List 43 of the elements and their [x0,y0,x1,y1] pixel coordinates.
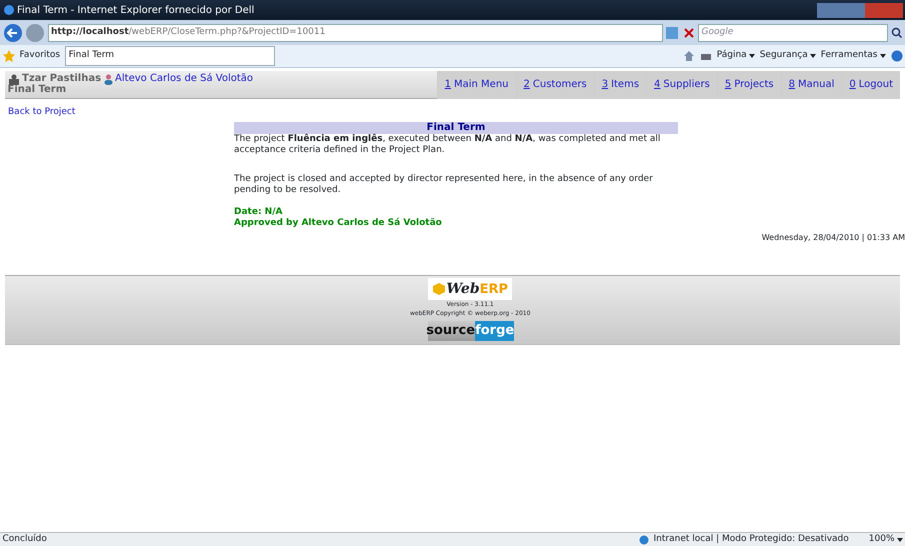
close-icon[interactable] [682,26,696,40]
paragraph: The project Fluência em inglês, executed between N/A and N/A, was completed and met all acceptance criteria defined in the Project Plan. [234,134,662,156]
caret-icon [810,54,816,58]
menu-link[interactable]: 2 Customers [516,70,594,98]
zoom-button[interactable]: 100% [868,532,902,546]
user-link[interactable]: Altevo Carlos de Sá Volotão [115,74,254,84]
address-field[interactable]: http://localhost/webERP/CloseTerm.php?&ProjectID=10011 [48,24,662,42]
company-name: Tzar Pastilhas [22,74,102,84]
command-menu[interactable]: Segurança [760,49,816,63]
command-menu[interactable]: Página [716,49,755,63]
minimize-button[interactable] [816,2,840,18]
window-title: Final Term - Internet Explorer fornecido por Dell [17,4,254,18]
back-link[interactable]: Back to Project [8,106,76,116]
home-icon[interactable] [682,50,695,62]
back-icon[interactable] [2,22,22,42]
zone-text: Intranet local | Modo Protegido: Desativado [654,532,849,546]
close-button[interactable] [864,2,902,18]
star-icon [2,50,14,62]
caret-icon [748,54,755,58]
status-text: Concluído [2,532,47,546]
search-icon[interactable] [890,26,902,38]
approval-text: Approved by Altevo Carlos de Sá Volotão [234,218,443,230]
menu-link[interactable]: 8 Manual [780,70,842,98]
caret-icon [880,54,886,58]
weberp-logo: WebERP [428,278,512,300]
menu-link[interactable]: 1 Main Menu [436,70,516,98]
sourceforge-logo: sourceforge [428,320,512,341]
menu-link[interactable]: 5 Projects [716,70,781,98]
datetime-text: Wednesday, 28/04/2010 | 01:33 AM [760,233,905,243]
browser-tab[interactable]: Final Term [65,46,276,66]
favorites-button[interactable]: Favoritos [20,49,60,63]
menu-link[interactable]: 4 Suppliers [646,70,717,98]
page-title: Final Term [8,84,68,94]
user-icon [104,74,113,84]
command-menu[interactable]: Ferramentas [820,49,886,63]
menu-link[interactable]: 0 Logout [841,70,900,98]
search-field[interactable]: Google [698,24,888,42]
maximize-button[interactable] [840,2,864,18]
paragraph: The project is closed and accepted by director represented here, in the absence of any order pending to be resolved. [234,174,654,196]
section-heading: Final Term [234,122,678,134]
menu-link[interactable]: 3 Items [594,70,646,98]
caret-icon [896,538,902,542]
date-text: Date: N/A [234,207,284,218]
